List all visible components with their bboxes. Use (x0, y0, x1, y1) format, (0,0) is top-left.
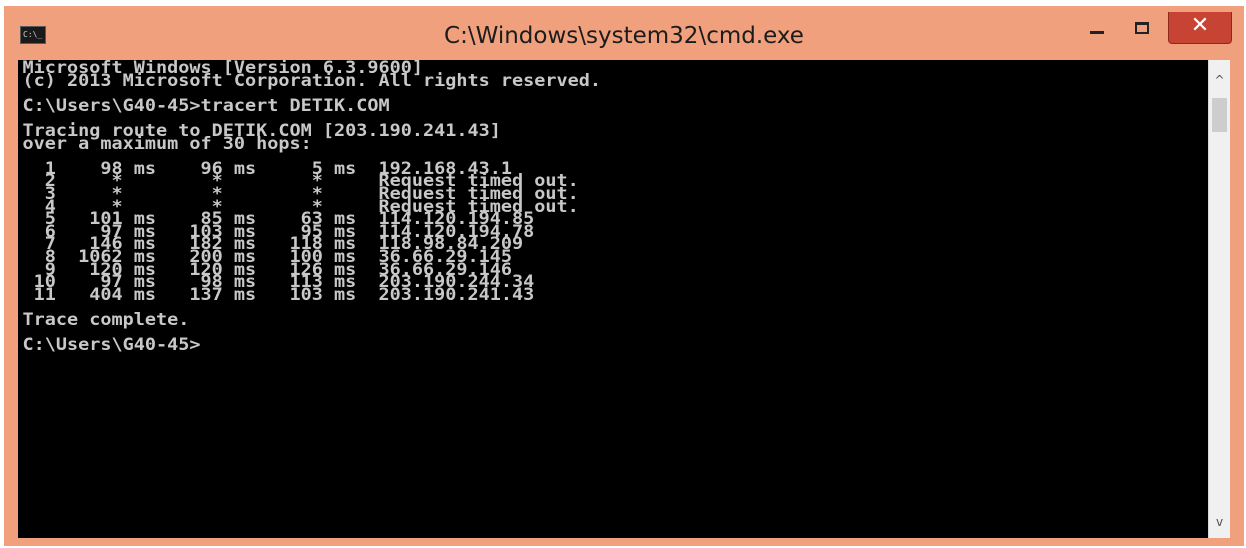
console-line: C:\Users\G40-45>tracert DETIK.COM (22, 95, 390, 115)
maximize-icon (1135, 22, 1149, 34)
console-line: (c) 2013 Microsoft Corporation. All righ… (22, 70, 602, 90)
maximize-button[interactable] (1122, 12, 1162, 44)
console-text: Microsoft Windows [Version 6.3.9600] (c) … (18, 60, 1208, 355)
console-line: over a maximum of 30 hops: (22, 133, 312, 153)
title-bar[interactable]: C:\_ C:\Windows\system32\cmd.exe ✕ (4, 6, 1244, 60)
console-line: C:\Users\G40-45> (22, 335, 201, 355)
vertical-scrollbar[interactable]: ^ v (1208, 60, 1230, 538)
scroll-thumb[interactable] (1212, 98, 1227, 132)
console-line: Trace complete. (22, 309, 190, 329)
minimize-button[interactable] (1078, 12, 1116, 44)
console-line: 11 404 ms 137 ms 103 ms 203.190.241.43 (22, 284, 535, 304)
close-icon: ✕ (1190, 13, 1210, 38)
console-output[interactable]: Microsoft Windows [Version 6.3.9600] (c) … (18, 60, 1208, 538)
scroll-down-arrow-icon[interactable]: v (1209, 512, 1230, 538)
close-button[interactable]: ✕ (1168, 12, 1232, 44)
cmd-window: C:\_ C:\Windows\system32\cmd.exe ✕ Micro… (4, 6, 1244, 546)
window-title: C:\Windows\system32\cmd.exe (444, 23, 804, 49)
scroll-up-arrow-icon[interactable]: ^ (1209, 60, 1230, 92)
minimize-icon (1090, 31, 1104, 34)
